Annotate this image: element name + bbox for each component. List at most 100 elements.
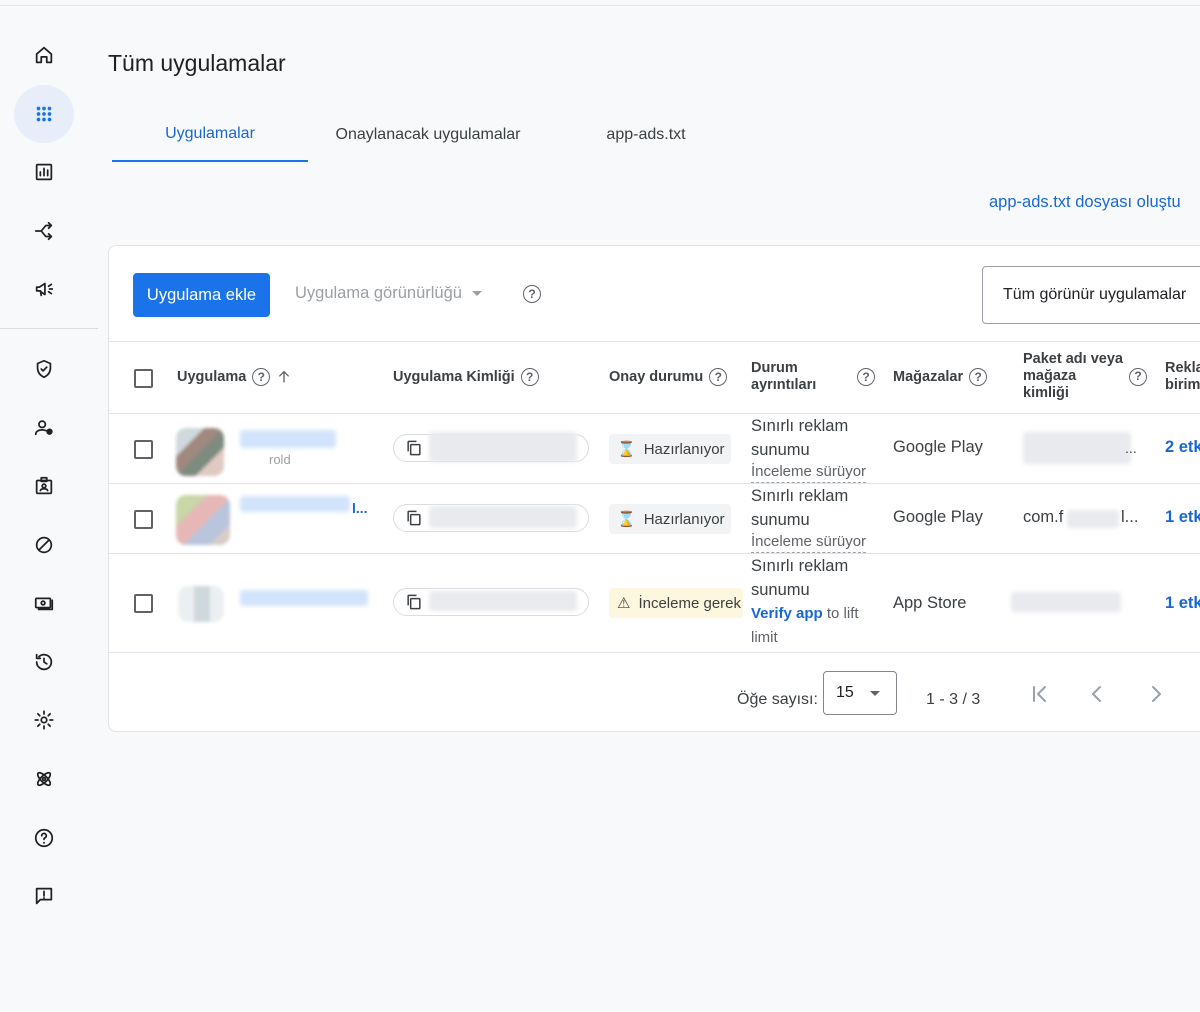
top-bar [0, 0, 1200, 6]
reports-icon [35, 163, 53, 181]
redacted-app-name [240, 590, 368, 606]
table-header: Uygulama ? Uygulama Kimliği ? Onay durum… [109, 341, 1200, 414]
nav-home[interactable] [14, 26, 74, 84]
help-circle-icon[interactable]: ? [520, 368, 539, 386]
apps-table-card: Uygulama ekle Uygulama görünürlüğü ? Tüm… [108, 245, 1200, 732]
nav-labs[interactable] [14, 750, 74, 808]
atom-icon [36, 771, 52, 787]
tab-pending-apps[interactable]: Onaylanacak uygulamalar [308, 108, 548, 162]
col-package-id: Paket adı veya mağaza kimliği ? [1023, 351, 1147, 402]
table-row[interactable]: ⚠ İnceleme gerek Sınırlı reklam sunumu V… [109, 554, 1200, 653]
store-name: App Store [893, 594, 967, 612]
status-details: Sınırlı reklam sunumu İnceleme sürüyor [751, 484, 883, 553]
redacted-app-id [429, 506, 577, 528]
redacted-package [1011, 592, 1121, 612]
id-card-icon [35, 476, 53, 495]
next-page-button[interactable] [1143, 681, 1169, 707]
mediation-icon [34, 221, 53, 241]
nav-privacy[interactable] [14, 340, 74, 398]
warning-triangle-icon: ⚠ [617, 595, 631, 612]
nav-id[interactable] [14, 457, 74, 515]
redacted-app-name [240, 496, 350, 512]
tab-bar: Uygulamalar Onaylanacak uygulamalar app-… [112, 108, 744, 164]
status-details: Sınırlı reklam sunumu İnceleme sürüyor [751, 414, 883, 483]
items-per-page-label: Öğe sayısı: [737, 691, 818, 708]
ad-units-link[interactable]: 1 etk [1165, 508, 1200, 527]
store-name: Google Play [893, 438, 983, 456]
redacted-package [1067, 510, 1119, 528]
app-icon [176, 428, 224, 476]
page-title: Tüm uygulamalar [108, 50, 286, 76]
visible-apps-filter-dropdown[interactable]: Tüm görünür uygulamalar [982, 266, 1200, 324]
verify-app-link[interactable]: Verify app [751, 605, 823, 622]
row-checkbox[interactable] [134, 440, 153, 459]
help-circle-icon[interactable]: ? [252, 368, 271, 386]
nav-apps[interactable] [14, 85, 74, 143]
nav-feedback[interactable] [14, 867, 74, 925]
nav-blocking[interactable] [14, 516, 74, 574]
nav-campaigns[interactable] [14, 260, 74, 318]
settings-icon [34, 710, 54, 730]
table-row[interactable]: l... ⌛ Hazırlanıyor Sınırlı reklam sunum… [109, 484, 1200, 554]
nav-help[interactable] [14, 809, 74, 867]
help-circle-icon[interactable]: ? [1129, 367, 1147, 386]
ad-units-link[interactable]: 1 etk [1165, 594, 1200, 613]
status-details: Sınırlı reklam sunumu Verify app to lift… [751, 557, 859, 646]
help-circle-icon[interactable]: ? [523, 285, 541, 303]
select-all-checkbox[interactable] [134, 369, 153, 388]
nav-reports[interactable] [14, 143, 74, 201]
prev-page-button[interactable] [1084, 681, 1110, 707]
tab-apps[interactable]: Uygulamalar [112, 108, 308, 162]
app-name-fragment[interactable]: l... [352, 500, 368, 516]
history-icon [35, 653, 53, 671]
col-status-details: Durum ayrıntıları ? [751, 360, 875, 394]
first-page-button[interactable] [1027, 681, 1053, 707]
review-status-text[interactable]: İnceleme sürüyor [751, 532, 867, 553]
redacted-app-id [429, 591, 577, 611]
col-app[interactable]: Uygulama ? [177, 368, 292, 386]
nav-mediation[interactable] [14, 202, 74, 260]
hourglass-icon: ⌛ [617, 441, 636, 458]
nav-users[interactable] [14, 399, 74, 457]
privacy-shield-icon [36, 359, 52, 379]
tab-app-ads-txt[interactable]: app-ads.txt [548, 108, 744, 162]
help-circle-icon[interactable]: ? [857, 368, 875, 386]
help-circle-icon[interactable]: ? [969, 368, 988, 386]
first-page-icon [1033, 686, 1046, 702]
copy-icon [407, 510, 421, 526]
col-app-id: Uygulama Kimliği ? [393, 368, 539, 386]
status-badge: ⌛ Hazırlanıyor [609, 504, 731, 534]
hourglass-icon: ⌛ [617, 511, 636, 528]
nav-settings[interactable] [14, 691, 74, 749]
row-checkbox[interactable] [134, 594, 153, 613]
chevron-down-icon [869, 690, 880, 696]
ad-units-link[interactable]: 2 etk [1165, 438, 1200, 457]
chevron-left-icon [1092, 686, 1101, 702]
redacted-package [1023, 432, 1131, 464]
status-badge: ⚠ İnceleme gerek [609, 588, 743, 618]
nav-divider [0, 328, 98, 329]
blocking-icon [35, 536, 53, 554]
create-app-ads-txt-link[interactable]: app-ads.txt dosyası oluştu [989, 193, 1181, 212]
home-icon [35, 46, 53, 64]
add-app-button[interactable]: Uygulama ekle [133, 273, 270, 317]
nav-payments[interactable] [14, 574, 74, 632]
sort-arrow-up-icon [279, 370, 290, 383]
page-size-select[interactable]: 15 [823, 671, 897, 715]
apps-grid-icon [36, 106, 52, 122]
col-approval-status: Onay durumu ? [609, 368, 728, 386]
filter-label: Tüm görünür uygulamalar [1003, 286, 1187, 303]
app-icon [176, 495, 230, 545]
table-row[interactable]: rold ⌛ Hazırlanıyor Sınırlı reklam sunum… [109, 414, 1200, 484]
review-status-text[interactable]: İnceleme sürüyor [751, 462, 867, 483]
status-badge: ⌛ Hazırlanıyor [609, 434, 731, 464]
row-checkbox[interactable] [134, 510, 153, 529]
app-visibility-label: Uygulama görünürlüğü [295, 284, 462, 302]
help-circle-icon[interactable]: ? [709, 368, 728, 386]
nav-history[interactable] [14, 633, 74, 691]
package-ellipsis: ... [1125, 440, 1137, 456]
app-visibility-dropdown[interactable]: Uygulama görünürlüğü [295, 284, 482, 303]
package-suffix: l... [1121, 508, 1139, 526]
app-name-fragment: rold [269, 452, 291, 467]
nav-rail [0, 6, 100, 1012]
